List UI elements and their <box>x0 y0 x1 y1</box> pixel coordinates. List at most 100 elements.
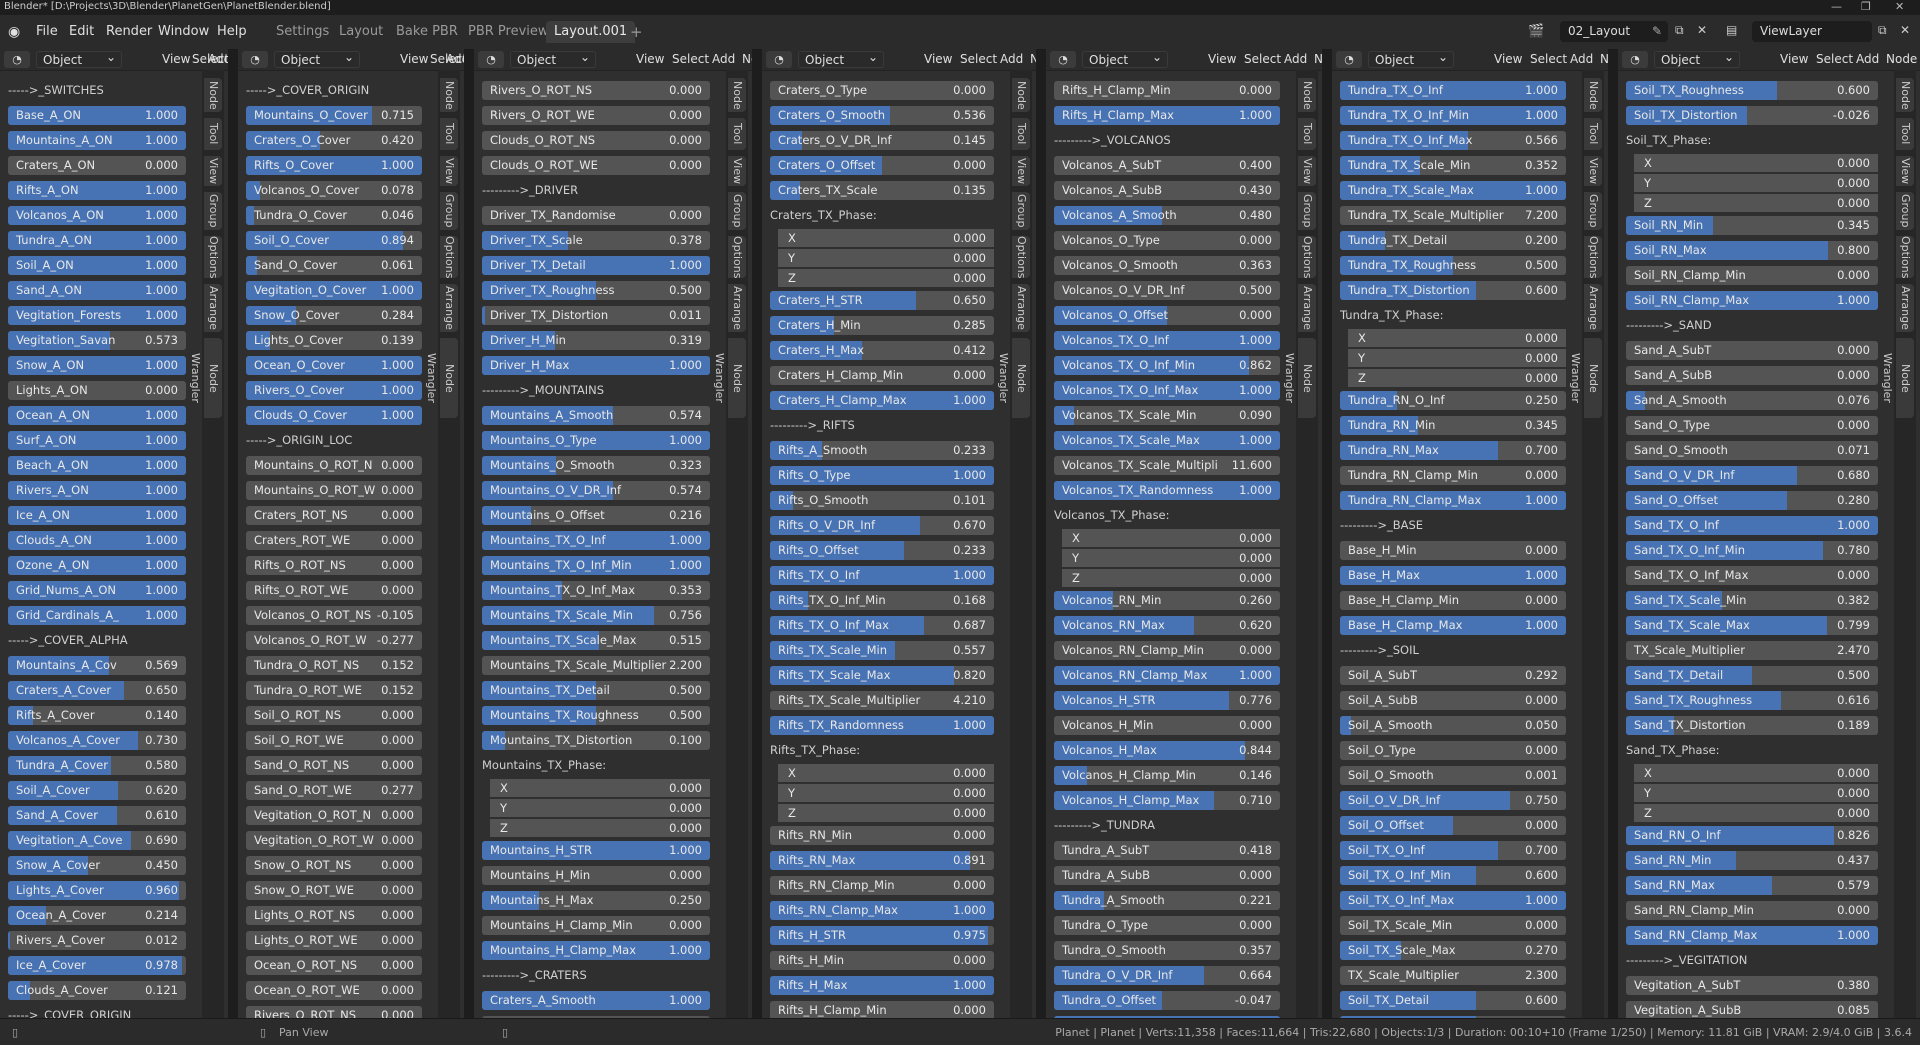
property-slider[interactable]: Craters_O_Type 0.000 <box>770 81 994 100</box>
property-slider[interactable]: Driver_H_Min 0.319 <box>482 331 710 350</box>
property-slider[interactable]: Rifts_RN_Clamp_Min 0.000 <box>770 876 994 895</box>
property-slider[interactable]: Sand_O_Offset 0.280 <box>1626 491 1878 510</box>
maximize-button[interactable]: ❐ <box>1861 0 1871 13</box>
property-slider[interactable]: Volcanos_O_ROT_W -0.277 <box>246 631 422 650</box>
property-slider[interactable]: Tundra_TX_Scale_Multiplier 7.200 <box>1340 206 1566 225</box>
property-slider[interactable]: Tundra_TX_Detail 0.200 <box>1340 231 1566 250</box>
property-slider[interactable]: Volcanos_O_Type 0.000 <box>1054 231 1280 250</box>
property-slider[interactable]: Tundra_O_Type 0.000 <box>1054 916 1280 935</box>
property-slider[interactable]: Volcanos_TX_Randomness 1.000 <box>1054 481 1280 500</box>
vector-component-field[interactable]: X 0.000 <box>490 779 710 797</box>
property-slider[interactable]: Rivers_O_ROT_NS 0.000 <box>482 81 710 100</box>
property-slider[interactable]: Rifts_O_ROT_NS 0.000 <box>246 556 422 575</box>
property-slider[interactable]: Craters_A_ON 0.000 <box>8 156 186 175</box>
property-slider[interactable]: Craters_A_Cover 0.650 <box>8 681 186 700</box>
header-menu-view[interactable]: View <box>1208 52 1236 66</box>
property-slider[interactable]: Sand_A_ON 1.000 <box>8 281 186 300</box>
sidebar-tab-options[interactable]: Options <box>1012 236 1030 278</box>
property-slider[interactable]: Soil_RN_Clamp_Min 0.000 <box>1626 266 1878 285</box>
sidebar-tab-tool[interactable]: Tool <box>440 118 458 150</box>
sidebar-tab-tool[interactable]: Tool <box>1896 118 1914 150</box>
property-slider[interactable]: Sand_O_Smooth 0.071 <box>1626 441 1878 460</box>
vector-component-field[interactable]: X 0.000 <box>778 229 994 247</box>
vector-component-field[interactable]: Y 0.000 <box>490 799 710 817</box>
property-slider[interactable]: Rifts_H_STR 0.975 <box>770 926 994 945</box>
property-slider[interactable]: Soil_O_Cover 0.894 <box>246 231 422 250</box>
property-slider[interactable]: Rivers_O_ROT_WE 0.000 <box>482 106 710 125</box>
viewlayer-icon[interactable]: ▤ <box>1726 23 1737 37</box>
property-slider[interactable]: Soil_A_SubT 0.292 <box>1340 666 1566 685</box>
property-slider[interactable]: Craters_H_Clamp_Max 1.000 <box>770 391 994 410</box>
property-slider[interactable]: Rifts_A_Cover 0.140 <box>8 706 186 725</box>
header-menu-add[interactable]: Add <box>446 52 464 66</box>
object-type-dropdown[interactable]: Object ⌄ <box>1654 50 1740 68</box>
property-slider[interactable]: Base_A_ON 1.000 <box>8 106 186 125</box>
property-slider[interactable]: Ice_A_Cover 0.978 <box>8 956 186 975</box>
property-slider[interactable]: Tundra_O_Smooth 0.357 <box>1054 941 1280 960</box>
property-slider[interactable]: Tundra_RN_Clamp_Min 0.000 <box>1340 466 1566 485</box>
object-type-dropdown[interactable]: Object ⌄ <box>510 50 596 68</box>
property-slider[interactable]: Soil_TX_Distortion -0.026 <box>1626 106 1878 125</box>
property-slider[interactable]: Soil_RN_Max 0.800 <box>1626 241 1878 260</box>
header-menu-node[interactable]: Node <box>1314 52 1322 66</box>
vector-component-field[interactable]: X 0.000 <box>1348 329 1566 347</box>
sidebar-tab-options[interactable]: Options <box>1584 236 1602 278</box>
property-slider[interactable]: Sand_RN_Clamp_Max 1.000 <box>1626 926 1878 945</box>
new-scene-icon[interactable]: ⧉ <box>1675 23 1684 38</box>
property-slider[interactable]: Sand_TX_Detail 0.500 <box>1626 666 1878 685</box>
tab-bake-pbr[interactable]: Bake PBR <box>388 21 466 43</box>
sidebar-tab-arrange[interactable]: Arrange <box>1584 284 1602 332</box>
sidebar-tab-options[interactable]: Options <box>204 236 222 278</box>
property-slider[interactable]: Sand_O_V_DR_Inf 0.680 <box>1626 466 1878 485</box>
sidebar-tab-node-wrangler[interactable]: Node Wrangler <box>189 338 222 418</box>
property-slider[interactable]: Vegitation_O_ROT_W 0.000 <box>246 831 422 850</box>
property-slider[interactable]: Tundra_O_ROT_WE 0.152 <box>246 681 422 700</box>
sidebar-tab-node[interactable]: Node <box>204 78 222 112</box>
object-type-dropdown[interactable]: Object ⌄ <box>798 50 884 68</box>
property-slider[interactable]: Rifts_A_ON 1.000 <box>8 181 186 200</box>
vector-component-field[interactable]: Z 0.000 <box>490 819 710 837</box>
property-slider[interactable]: Ocean_A_ON 1.000 <box>8 406 186 425</box>
editor-type-icon[interactable]: ◔ <box>1050 51 1076 68</box>
property-slider[interactable]: Sand_TX_Distortion 0.189 <box>1626 716 1878 735</box>
property-slider[interactable]: Driver_TX_Distortion 0.011 <box>482 306 710 325</box>
sidebar-tab-node-wrangler[interactable]: Node Wrangler <box>425 338 458 418</box>
delete-viewlayer-icon[interactable]: ✕ <box>1900 23 1910 37</box>
sidebar-tab-arrange[interactable]: Arrange <box>728 284 746 332</box>
property-slider[interactable]: Mountains_TX_Scale_Multiplier 2.200 <box>482 656 710 675</box>
property-slider[interactable]: Snow_A_Cover 0.450 <box>8 856 186 875</box>
pin-icon[interactable]: ✎ <box>1652 21 1662 42</box>
property-slider[interactable]: Ozone_A_ON 1.000 <box>8 556 186 575</box>
header-menu-view[interactable]: View <box>162 52 190 66</box>
property-slider[interactable]: Tundra_A_SubT 0.418 <box>1054 841 1280 860</box>
property-slider[interactable]: Soil_A_Smooth 0.050 <box>1340 716 1566 735</box>
blender-logo-icon[interactable]: ◉ <box>8 24 24 40</box>
property-slider[interactable]: Mountains_O_Type 1.000 <box>482 431 710 450</box>
sidebar-tab-view[interactable]: View <box>440 156 458 186</box>
delete-scene-icon[interactable]: ✕ <box>1697 23 1707 37</box>
property-slider[interactable]: Volcanos_O_Offset 0.000 <box>1054 306 1280 325</box>
property-slider[interactable]: TX_Scale_Multiplier 2.300 <box>1340 966 1566 985</box>
property-slider[interactable]: Volcanos_O_V_DR_Inf 0.500 <box>1054 281 1280 300</box>
property-slider[interactable]: Volcanos_RN_Min 0.260 <box>1054 591 1280 610</box>
sidebar-tab-node[interactable]: Node <box>440 78 458 112</box>
sidebar-tab-node-wrangler[interactable]: Node Wrangler <box>1881 338 1914 418</box>
header-menu-view[interactable]: View <box>636 52 664 66</box>
property-slider[interactable]: Rifts_TX_O_Inf_Max 0.687 <box>770 616 994 635</box>
property-slider[interactable]: Vegitation_Savan 0.573 <box>8 331 186 350</box>
sidebar-tab-arrange[interactable]: Arrange <box>1012 284 1030 332</box>
property-slider[interactable]: Base_H_Min 0.000 <box>1340 541 1566 560</box>
property-slider[interactable]: Mountains_TX_Distortion 0.100 <box>482 731 710 750</box>
property-slider[interactable]: Soil_O_Smooth 0.001 <box>1340 766 1566 785</box>
property-slider[interactable]: Rifts_H_Clamp_Min 0.000 <box>770 1001 994 1018</box>
property-slider[interactable]: Rifts_RN_Min 0.000 <box>770 826 994 845</box>
property-slider[interactable]: Vegitation_A_SubB 0.085 <box>1626 1001 1878 1018</box>
property-slider[interactable]: Surf_A_ON 1.000 <box>8 431 186 450</box>
property-slider[interactable]: Soil_RN_Min 0.345 <box>1626 216 1878 235</box>
header-menu-view[interactable]: View <box>1494 52 1522 66</box>
property-slider[interactable]: Tundra_O_Cover 0.046 <box>246 206 422 225</box>
property-slider[interactable]: Vegitation_Forests 1.000 <box>8 306 186 325</box>
sidebar-tab-view[interactable]: View <box>1896 156 1914 186</box>
property-slider[interactable]: Driver_H_Max 1.000 <box>482 356 710 375</box>
property-slider[interactable]: Rifts_TX_Scale_Min 0.557 <box>770 641 994 660</box>
